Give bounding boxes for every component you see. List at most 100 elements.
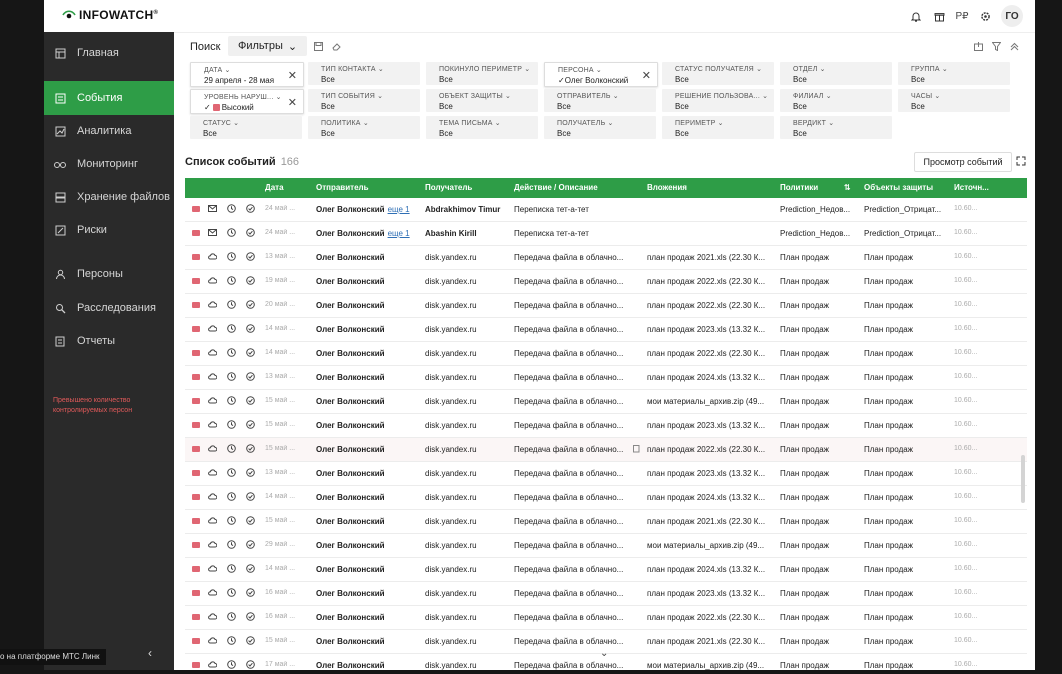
table-row[interactable]: 16 май ... Олег Волконский disk.yandex.ru П… <box>185 582 1027 606</box>
filter-department[interactable]: ОТДЕЛ ⌄ Все <box>780 62 892 85</box>
sender-name[interactable]: Олег Волконский <box>316 637 385 646</box>
sender-name[interactable]: Олег Волконский <box>316 541 385 550</box>
filter-date[interactable]: ДАТА ⌄ 29 апреля - 28 мая ✕ <box>190 62 304 87</box>
table-row[interactable]: 19 май ... Олег Волконский disk.yandex.ru П… <box>185 270 1027 294</box>
clear-icon[interactable]: ✕ <box>642 69 651 82</box>
filter-left-perimeter[interactable]: ПОКИНУЛО ПЕРИМЕТР ⌄ Все <box>426 62 538 85</box>
table-row[interactable]: 20 май ... Олег Волконский disk.yandex.ru П… <box>185 294 1027 318</box>
table-row[interactable]: 14 май ... Олег Волконский disk.yandex.ru П… <box>185 486 1027 510</box>
sender-name[interactable]: Олег Волконский <box>316 565 385 574</box>
load-more-chevron-icon[interactable]: ⌄ <box>600 648 608 659</box>
sidebar-collapse-icon[interactable]: ‹ <box>148 646 160 660</box>
settings-icon[interactable] <box>978 9 992 23</box>
filter-event-type[interactable]: ТИП СОБЫТИЯ ⌄ Все <box>308 89 420 112</box>
column-header-date[interactable]: Дата <box>265 183 284 192</box>
expand-icon[interactable] <box>1016 156 1026 169</box>
table-row[interactable]: 13 май ... Олег Волконский disk.yandex.ru П… <box>185 366 1027 390</box>
cell-attachment[interactable]: план продаж 2024.xls (13.32 К... <box>647 373 775 382</box>
filter-recipient[interactable]: ПОЛУЧАТЕЛЬ ⌄ Все <box>544 116 656 139</box>
sender-name[interactable]: Олег Волконский <box>316 613 385 622</box>
copy-icon[interactable] <box>633 444 642 453</box>
column-header-attachments[interactable]: Вложения <box>647 183 687 192</box>
cell-attachment[interactable]: план продаж 2022.xls (22.30 К... <box>647 277 775 286</box>
sender-name[interactable]: Олег Волконский <box>316 469 385 478</box>
sidebar-item-home[interactable]: Главная <box>44 38 174 68</box>
language-icon[interactable]: Р₽ <box>955 9 969 23</box>
filter-sender[interactable]: ОТПРАВИТЕЛЬ ⌄ Все <box>544 89 656 112</box>
filter-contact-type[interactable]: ТИП КОНТАКТА ⌄ Все <box>308 62 420 85</box>
cell-attachment[interactable]: план продаж 2022.xls (22.30 К... <box>647 613 775 622</box>
sender-name[interactable]: Олег Волконский <box>316 589 385 598</box>
table-row[interactable]: 13 май ... Олег Волконский disk.yandex.ru П… <box>185 246 1027 270</box>
sender-name[interactable]: Олег Волконский <box>316 349 385 358</box>
filter-mail-subject[interactable]: ТЕМА ПИСЬМА ⌄ Все <box>426 116 538 139</box>
sender-name[interactable]: Олег Волконский <box>316 397 385 406</box>
filter-perimeter[interactable]: ПЕРИМЕТР ⌄ Все <box>662 116 774 139</box>
sender-name[interactable]: Олег Волконский <box>316 301 385 310</box>
table-row[interactable]: 15 май ... Олег Волконский disk.yandex.ru П… <box>185 438 1027 462</box>
sidebar-item-investigations[interactable]: Расследования <box>44 293 174 323</box>
column-header-action[interactable]: Действие / Описание <box>514 183 598 192</box>
cell-attachment[interactable]: план продаж 2021.xls (22.30 К... <box>647 637 775 646</box>
table-scrollbar[interactable] <box>1021 455 1025 503</box>
column-header-protected-objects[interactable]: Объекты защиты <box>864 183 933 192</box>
filter-recipient-status[interactable]: СТАТУС ПОЛУЧАТЕЛЯ ⌄ Все <box>662 62 774 85</box>
tab-search[interactable]: Поиск <box>190 41 220 53</box>
column-header-source[interactable]: Источн... <box>954 183 989 192</box>
cell-attachment[interactable]: план продаж 2023.xls (13.32 К... <box>647 325 775 334</box>
table-row[interactable]: 14 май ... Олег Волконский disk.yandex.ru П… <box>185 342 1027 366</box>
tab-filters[interactable]: Фильтры ⌄ <box>228 36 308 56</box>
collapse-up-icon[interactable] <box>1010 42 1020 52</box>
sidebar-item-monitoring[interactable]: Мониторинг <box>44 149 174 179</box>
table-row[interactable]: 13 май ... Олег Волконский disk.yandex.ru П… <box>185 462 1027 486</box>
sender-name[interactable]: Олег Волконский <box>316 253 385 262</box>
cell-attachment[interactable]: мои материалы_архив.zip (49... <box>647 541 775 550</box>
infowatch-logo[interactable]: INFOWATCH® <box>62 8 158 22</box>
clear-icon[interactable]: ✕ <box>288 96 297 109</box>
filter-verdict[interactable]: ВЕРДИКТ ⌄ Все <box>780 116 892 139</box>
sender-name[interactable]: Олег Волконский <box>316 229 385 238</box>
filter-group[interactable]: ГРУППА ⌄ Все <box>898 62 1010 85</box>
cell-attachment[interactable]: план продаж 2021.xls (22.30 К... <box>647 253 775 262</box>
filter-user-decision[interactable]: РЕШЕНИЕ ПОЛЬЗОВА... ⌄ Все <box>662 89 774 112</box>
cell-attachment[interactable]: план продаж 2023.xls (13.32 К... <box>647 421 775 430</box>
cell-attachment[interactable]: план продаж 2023.xls (13.32 К... <box>647 589 775 598</box>
sidebar-item-storage[interactable]: Хранение файлов <box>44 182 174 212</box>
column-header-policies[interactable]: Политики <box>780 183 818 192</box>
bell-icon[interactable] <box>909 9 923 23</box>
save-filter-icon[interactable] <box>314 42 324 52</box>
cell-attachment[interactable]: план продаж 2021.xls (22.30 К... <box>647 517 775 526</box>
sender-name[interactable]: Олег Волконский <box>316 373 385 382</box>
filter-hours[interactable]: ЧАСЫ ⌄ Все <box>898 89 1010 112</box>
sender-name[interactable]: Олег Волконский <box>316 661 385 670</box>
gift-icon[interactable] <box>932 9 946 23</box>
filter-person[interactable]: ПЕРСОНА ⌄ ✓Олег Волконский ✕ <box>544 62 658 87</box>
filter-policy[interactable]: ПОЛИТИКА ⌄ Все <box>308 116 420 139</box>
cell-attachment[interactable]: план продаж 2024.xls (13.32 К... <box>647 565 775 574</box>
table-row[interactable]: 15 май ... Олег Волконский disk.yandex.ru П… <box>185 390 1027 414</box>
cell-attachment[interactable]: план продаж 2022.xls (22.30 К... <box>647 301 775 310</box>
sidebar-item-risks[interactable]: Риски <box>44 215 174 245</box>
column-header-sender[interactable]: Отправитель <box>316 183 369 192</box>
table-row[interactable]: 15 май ... Олег Волконский disk.yandex.ru П… <box>185 414 1027 438</box>
filter-status[interactable]: СТАТУС ⌄ Все <box>190 116 302 139</box>
view-events-button[interactable]: Просмотр событий <box>914 152 1012 172</box>
more-senders-link[interactable]: еще 1 <box>388 229 410 238</box>
sender-name[interactable]: Олег Волконский <box>316 205 385 214</box>
sender-name[interactable]: Олег Волконский <box>316 277 385 286</box>
table-row[interactable]: 16 май ... Олег Волконский disk.yandex.ru П… <box>185 606 1027 630</box>
sidebar-item-reports[interactable]: Отчеты <box>44 326 174 356</box>
cell-attachment[interactable]: мои материалы_архив.zip (49... <box>647 661 775 670</box>
more-senders-link[interactable]: еще 1 <box>388 205 410 214</box>
sender-name[interactable]: Олег Волконский <box>316 493 385 502</box>
filter-protected-object[interactable]: ОБЪЕКТ ЗАЩИТЫ ⌄ Все <box>426 89 538 112</box>
cell-attachment[interactable]: план продаж 2023.xls (13.32 К... <box>647 469 775 478</box>
sender-name[interactable]: Олег Волконский <box>316 325 385 334</box>
export-icon[interactable] <box>974 42 984 52</box>
cell-attachment[interactable]: мои материалы_архив.zip (49... <box>647 397 775 406</box>
table-row[interactable]: 29 май ... Олег Волконский disk.yandex.ru П… <box>185 534 1027 558</box>
filter-branch[interactable]: ФИЛИАЛ ⌄ Все <box>780 89 892 112</box>
clear-filter-icon[interactable] <box>332 42 342 52</box>
table-row[interactable]: 24 май ... Олег Волконский еще 1 Abashin Ki… <box>185 222 1027 246</box>
filter-funnel-icon[interactable] <box>991 42 1002 52</box>
